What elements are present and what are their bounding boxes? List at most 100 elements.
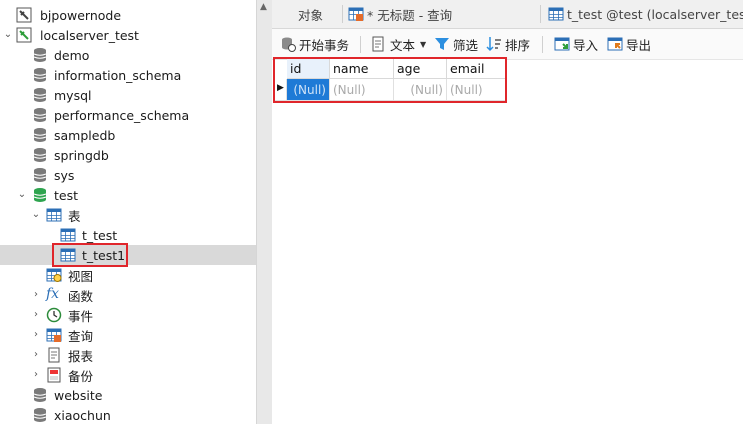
tree-item-website[interactable]: website	[0, 385, 256, 405]
tree-label: sys	[54, 167, 75, 183]
database-icon	[33, 108, 47, 122]
database-icon	[33, 188, 47, 202]
tree-item-test[interactable]: ⌄ test	[0, 185, 256, 205]
query-icon	[348, 7, 364, 21]
main-pane: 对象 * 无标题 - 查询 t_test @test (localserver_…	[272, 0, 743, 424]
report-icon	[48, 347, 60, 363]
chevron-down-icon[interactable]: ⌄	[17, 190, 27, 200]
tree-label: localserver_test	[40, 27, 139, 43]
tree-label: 视图	[68, 268, 94, 284]
scroll-up-arrow-icon[interactable]: ▲	[260, 2, 267, 12]
backup-icon	[47, 367, 61, 383]
table-icon	[60, 228, 76, 242]
tree-label: springdb	[54, 147, 109, 163]
database-icon	[33, 48, 47, 62]
button-label: 导出	[626, 37, 652, 53]
tree-scrollbar[interactable]: ▲	[256, 0, 273, 424]
view-icon	[46, 268, 62, 282]
chevron-down-icon[interactable]: ⌄	[31, 210, 41, 220]
tree-item-sys[interactable]: sys	[0, 165, 256, 185]
tab-label: t_test @test (localserver_tes...	[567, 6, 743, 22]
chevron-right-icon[interactable]: ›	[31, 350, 41, 360]
tree-item-reports[interactable]: › 报表	[0, 345, 256, 365]
tree-label: 查询	[68, 328, 94, 344]
tables-folder-icon	[46, 208, 62, 222]
import-button[interactable]: 导入	[554, 35, 598, 53]
tree-item-t-test[interactable]: t_test	[0, 225, 256, 245]
tree-item-views[interactable]: 视图	[0, 265, 256, 285]
tree-label: mysql	[54, 87, 92, 103]
navigation-tree: bjpowernode ⌄ localserver_test demo info…	[0, 0, 256, 424]
database-icon	[33, 148, 47, 162]
chevron-right-icon[interactable]: ›	[31, 290, 41, 300]
tree-item-t-test1[interactable]: t_test1	[0, 245, 256, 265]
tree-label: test	[54, 187, 79, 203]
tree-item-tables[interactable]: ⌄ 表	[0, 205, 256, 225]
tab-table[interactable]: t_test @test (localserver_tes...	[548, 0, 743, 28]
tab-objects[interactable]: 对象	[298, 0, 323, 28]
import-icon	[554, 37, 570, 51]
table-icon	[548, 7, 564, 21]
tree-item-xiaochun[interactable]: xiaochun	[0, 405, 256, 424]
function-icon: fx	[46, 286, 60, 302]
toolbar-separator	[542, 36, 543, 53]
connection-icon	[16, 7, 32, 23]
button-label: 开始事务	[299, 37, 350, 53]
highlight-box	[52, 243, 128, 267]
tree-item-information-schema[interactable]: information_schema	[0, 65, 256, 85]
tree-label: 报表	[68, 348, 94, 364]
tree-item-backups[interactable]: › 备份	[0, 365, 256, 385]
toolbar: 开始事务 文本 ▼ 筛选 排序 导入 导出	[272, 29, 743, 60]
tree-label: 事件	[68, 308, 94, 324]
tree-item-demo[interactable]: demo	[0, 45, 256, 65]
database-icon	[33, 68, 47, 82]
tab-separator	[342, 5, 343, 23]
filter-button[interactable]: 筛选	[434, 35, 478, 53]
database-icon	[33, 168, 47, 182]
button-label: 文本	[390, 37, 416, 53]
tree-item-springdb[interactable]: springdb	[0, 145, 256, 165]
export-icon	[607, 37, 623, 51]
tree-item-localserver-test[interactable]: ⌄ localserver_test	[0, 25, 256, 45]
database-icon	[33, 388, 47, 402]
tab-query[interactable]: * 无标题 - 查询	[348, 0, 452, 28]
chevron-right-icon[interactable]: ›	[31, 330, 41, 340]
button-label: 筛选	[453, 37, 479, 53]
highlight-box	[273, 57, 507, 103]
tab-label: 对象	[298, 7, 324, 23]
tree-label: demo	[54, 47, 90, 63]
tree-item-queries[interactable]: › 查询	[0, 325, 256, 345]
tree-label: sampledb	[54, 127, 116, 143]
sort-icon	[486, 37, 501, 52]
tree-item-mysql[interactable]: mysql	[0, 85, 256, 105]
database-icon	[33, 408, 47, 422]
chevron-right-icon[interactable]: ›	[31, 370, 41, 380]
query-icon	[46, 328, 62, 342]
tab-bar: 对象 * 无标题 - 查询 t_test @test (localserver_…	[272, 0, 743, 29]
text-button[interactable]: 文本 ▼	[370, 35, 426, 53]
chevron-down-icon[interactable]: ⌄	[3, 30, 13, 40]
tree-item-events[interactable]: › 事件	[0, 305, 256, 325]
tree-item-sampledb[interactable]: sampledb	[0, 125, 256, 145]
button-label: 导入	[573, 37, 599, 53]
tree-label: website	[54, 387, 103, 403]
export-button[interactable]: 导出	[607, 35, 651, 53]
filter-icon	[435, 38, 449, 50]
tree-item-functions[interactable]: › fx 函数	[0, 285, 256, 305]
document-icon	[372, 36, 384, 52]
tab-label: * 无标题 - 查询	[367, 7, 453, 23]
tree-label: bjpowernode	[40, 7, 122, 23]
tree-label: t_test	[82, 227, 118, 243]
transaction-icon	[282, 37, 296, 52]
tree-item-bjpowernode[interactable]: bjpowernode	[0, 5, 256, 25]
database-icon	[33, 128, 47, 142]
sort-button[interactable]: 排序	[486, 35, 530, 53]
tree-item-performance-schema[interactable]: performance_schema	[0, 105, 256, 125]
database-icon	[33, 88, 47, 102]
begin-transaction-button[interactable]: 开始事务	[280, 35, 349, 53]
connection-icon	[16, 27, 32, 43]
toolbar-separator	[360, 36, 361, 53]
tab-separator	[540, 5, 541, 23]
chevron-right-icon[interactable]: ›	[31, 310, 41, 320]
tree-label: 函数	[68, 288, 94, 304]
